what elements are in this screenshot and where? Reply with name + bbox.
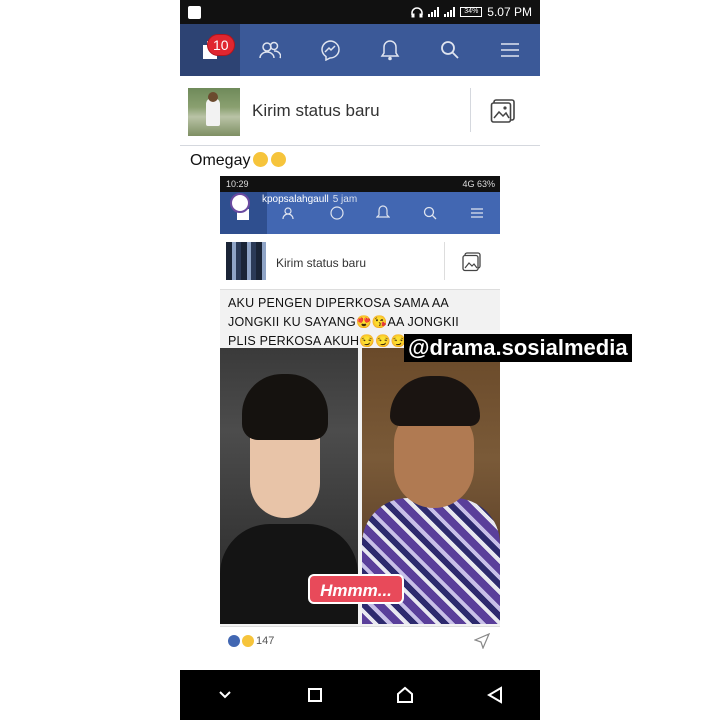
composer-divider [470, 88, 471, 132]
headphones-icon [411, 6, 424, 17]
inner-status-right: 4G 63% [462, 179, 495, 189]
shared-screenshot-image[interactable]: 10:29 4G 63% kpopsalahgaull 5 jam Kirim s… [220, 176, 500, 670]
recents-button[interactable] [295, 675, 335, 715]
caption-text: Omegay [190, 152, 251, 169]
hide-keyboard-button[interactable] [205, 675, 245, 715]
inner-tab-notifications [360, 192, 407, 234]
inner-composer-divider [444, 242, 445, 280]
bell-icon [380, 40, 400, 61]
inner-tab-menu [453, 192, 500, 234]
inner-photo-icon [462, 252, 481, 272]
tab-messenger[interactable] [300, 24, 360, 76]
clock: 5.07 PM [487, 5, 532, 19]
haha-reaction-icon [242, 635, 254, 647]
search-icon [441, 41, 459, 59]
top-nav: 10 [180, 24, 540, 76]
menu-icon [501, 43, 519, 57]
signal-2-icon [444, 7, 456, 17]
back-icon [487, 686, 502, 704]
inner-composer-prompt: Kirim status baru [276, 256, 367, 270]
inner-profile-avatar [226, 242, 266, 280]
status-bar: 34% 5.07 PM [180, 0, 540, 24]
inner-search-icon [423, 206, 437, 220]
hmm-sticker: Hmmm... [308, 574, 404, 604]
notification-square-icon [188, 6, 201, 19]
avatar-head [208, 92, 218, 102]
watermark-text: @drama.sosialmedia [404, 334, 632, 362]
inner-messenger-icon [330, 206, 344, 220]
inner-time-ago: 5 jam [332, 194, 358, 205]
messenger-icon [321, 40, 340, 61]
friends-icon [259, 41, 281, 59]
inner-status-composer: Kirim status baru [220, 234, 500, 290]
inner-menu-icon [470, 208, 483, 218]
inner-overlay-avatar [230, 193, 250, 213]
post-caption: Omegay [190, 152, 287, 170]
home-button-icon [397, 686, 413, 703]
signal-icon [428, 7, 440, 17]
tab-menu[interactable] [480, 24, 540, 76]
tab-friends[interactable] [240, 24, 300, 76]
inner-bell-icon [376, 205, 391, 218]
tab-home[interactable]: 10 [180, 24, 240, 76]
chevron-down-icon [219, 691, 231, 699]
back-button[interactable] [475, 675, 515, 715]
tab-notifications[interactable] [360, 24, 420, 76]
like-reaction-icon [228, 635, 240, 647]
tab-search[interactable] [420, 24, 480, 76]
notification-badge: 10 [207, 34, 235, 56]
home-button[interactable] [385, 675, 425, 715]
system-nav-bar [180, 670, 540, 720]
photo-icon[interactable] [490, 98, 516, 124]
inner-reaction-count: 147 [256, 635, 275, 647]
recents-icon [308, 688, 322, 702]
inner-username-overlay: kpopsalahgaull 5 jam [262, 194, 357, 205]
inner-tab-search [407, 192, 454, 234]
status-composer[interactable]: Kirim status baru [180, 76, 540, 146]
share-arrow-icon [474, 633, 490, 649]
inner-reactions: 147 [228, 635, 274, 647]
avatar-figure [206, 98, 220, 126]
left-hair [242, 374, 328, 440]
inner-post-footer: 147 [220, 626, 500, 670]
inner-friends-icon [282, 207, 294, 220]
flushed-emoji-icon [271, 152, 287, 167]
right-hair [390, 376, 480, 426]
inner-username: kpopsalahgaull [262, 194, 329, 205]
inner-status-bar: 10:29 4G 63% [220, 176, 500, 192]
smirk-emoji-icon [253, 152, 269, 167]
inner-clock: 10:29 [226, 179, 249, 189]
battery-indicator: 34% [460, 7, 483, 17]
profile-avatar[interactable] [188, 88, 240, 136]
composer-prompt[interactable]: Kirim status baru [252, 101, 380, 121]
